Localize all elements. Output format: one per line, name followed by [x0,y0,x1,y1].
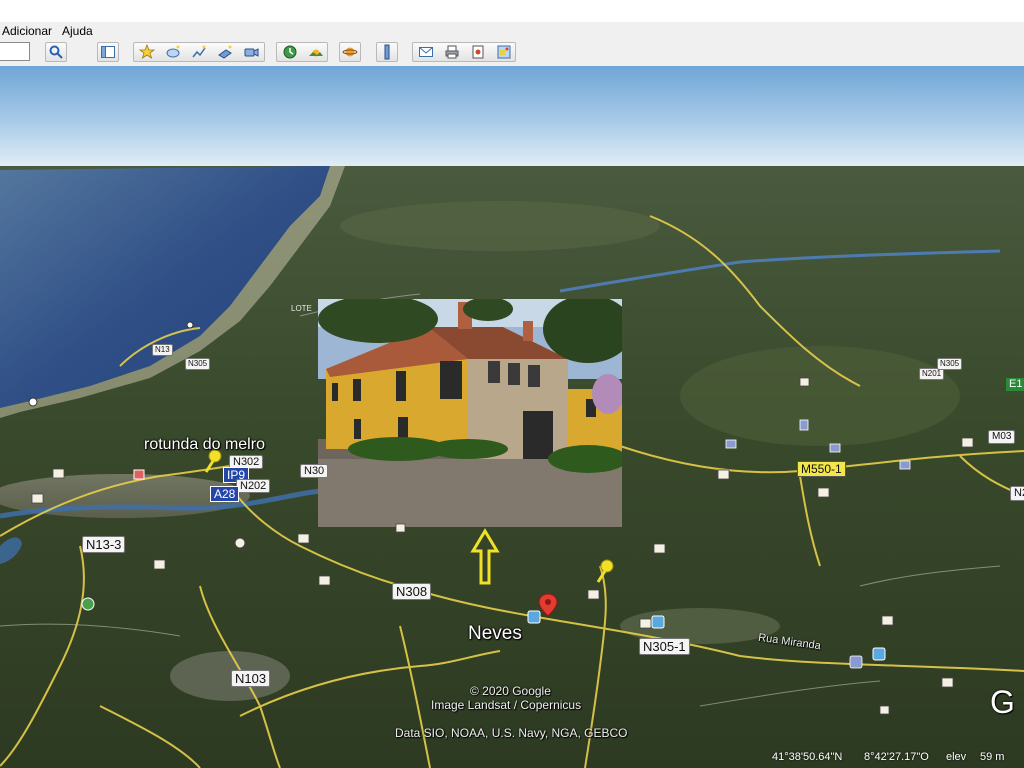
google-logo: G [990,684,1015,720]
longitude-readout: 8°42'27.17"O [864,751,929,763]
road-label-n13: N13 [152,344,173,356]
elevation-readout: 59 m [980,751,1005,763]
record-tour-icon [244,48,259,57]
imagery-tools-group [276,42,328,62]
search-icon [49,45,63,59]
road-label-n308: N308 [392,583,432,600]
road-label-m03: M03 [988,430,1016,444]
toolbar [0,40,1024,67]
elevation-label: elev [946,751,967,763]
historical-imagery-button[interactable] [277,43,303,61]
polygon-icon [166,45,180,58]
view-in-maps-icon [497,45,511,59]
drawing-tools-group [133,42,265,62]
place-label-neves: Neves [468,623,522,644]
planets-icon [342,47,358,57]
search-button[interactable] [45,42,67,62]
road-shield-m550-1: M550-1 [797,461,846,477]
sunlight-button[interactable] [303,43,329,61]
road-label-n13-3: N13-3 [82,536,126,553]
ruler-button[interactable] [376,42,398,62]
road-shield-a28: A28 [210,486,240,502]
menu-ajuda[interactable]: Ajuda [62,24,93,38]
record-tour-button[interactable] [238,43,264,61]
placemark-icon [139,44,155,59]
manor-house-image [318,299,622,527]
photo-overlay-manor-house[interactable] [318,299,622,527]
latitude-readout: 41°38'50.64"N [772,751,843,763]
road-label-n305-1: N305-1 [639,638,690,655]
add-image-overlay-button[interactable] [212,43,238,61]
data-credit-text: Data SIO, NOAA, U.S. Navy, NGA, GEBCO [395,726,628,740]
menu-bar: Adicionar Ajuda [0,22,1024,40]
road-label-n103: N103 [231,670,271,687]
historical-imagery-icon [283,45,297,59]
place-label-rotunda-do-melro: rotunda do melro [144,436,265,453]
sidebar-toggle-button[interactable] [97,42,119,62]
sunlight-icon [309,49,323,57]
road-label-lote: LOTE [291,304,312,313]
view-in-maps-button[interactable] [491,43,517,61]
save-image-icon [472,45,484,59]
share-tools-group [412,42,516,62]
sidebar-toggle-icon [101,46,115,58]
status-bar: 41°38'50.64"N 8°42'27.17"O elev 59 m [760,747,1024,768]
planets-button[interactable] [339,42,361,62]
search-input[interactable] [0,42,30,61]
save-image-button[interactable] [465,43,491,61]
print-icon [445,45,459,59]
add-path-button[interactable] [186,43,212,61]
imagery-credit-text: Image Landsat / Copernicus [431,698,582,712]
email-icon [419,47,433,57]
email-button[interactable] [413,43,439,61]
image-overlay-icon [218,45,232,59]
road-label-n2: N2 [1010,486,1024,501]
path-icon [192,45,206,58]
menu-adicionar[interactable]: Adicionar [2,24,52,38]
road-label-n30: N30 [300,464,329,478]
direction-arrow-icon [470,528,500,585]
road-label-n202: N202 [236,479,271,493]
add-polygon-button[interactable] [160,43,186,61]
window-titlebar [0,0,1024,22]
road-shield-e1: E1 [1006,378,1024,391]
location-pin-icon[interactable] [538,593,558,617]
map-viewport[interactable]: rotunda do melro Neves N302 IP9 N202 A28… [0,66,1024,768]
add-placemark-button[interactable] [134,43,160,61]
copyright-text: © 2020 Google [470,684,551,698]
ruler-icon [384,44,390,60]
road-label-n305-east: N305 [937,358,963,370]
road-label-n305: N305 [185,358,211,370]
pushpin-icon-east[interactable] [594,558,618,584]
print-button[interactable] [439,43,465,61]
